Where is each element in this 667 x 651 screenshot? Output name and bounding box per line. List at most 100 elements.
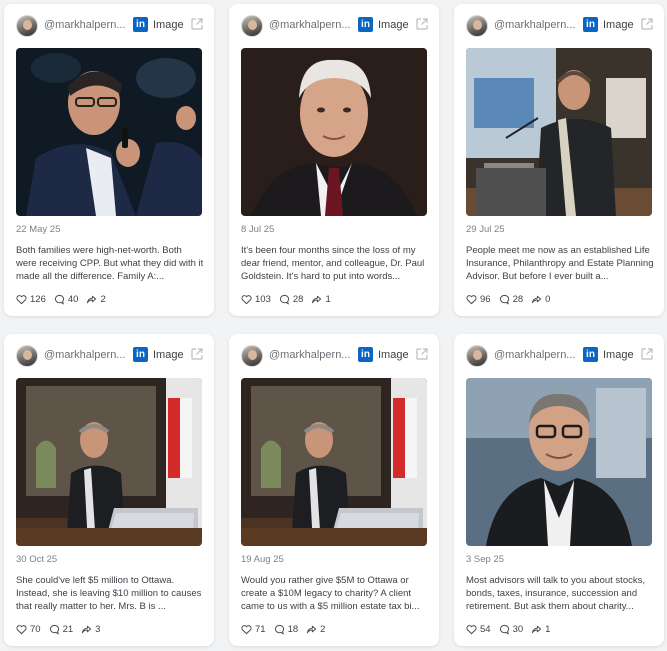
shares-stat: 1 bbox=[311, 294, 331, 305]
comment-icon bbox=[279, 294, 289, 305]
comments-count: 40 bbox=[67, 293, 79, 305]
likes-stat: 54 bbox=[466, 624, 491, 635]
card-header: @markhalpern... in Image bbox=[229, 334, 439, 378]
comments-stat: 30 bbox=[499, 623, 524, 635]
comments-count: 21 bbox=[62, 623, 74, 635]
shares-count: 0 bbox=[545, 293, 551, 305]
shares-count: 3 bbox=[95, 623, 101, 635]
post-image[interactable] bbox=[466, 48, 652, 216]
card-header: @markhalpern... in Image bbox=[4, 4, 214, 48]
engagement-stats: 54 30 1 bbox=[466, 622, 550, 636]
post-card[interactable]: @markhalpern... in Image 22 May 25 Both … bbox=[4, 4, 214, 316]
linkedin-icon: in bbox=[583, 347, 598, 362]
author-handle: @markhalpern... bbox=[494, 349, 576, 361]
avatar bbox=[16, 345, 38, 367]
shares-stat: 1 bbox=[531, 624, 550, 635]
external-link-icon[interactable] bbox=[190, 347, 204, 361]
card-header: @markhalpern... in Image bbox=[229, 4, 439, 48]
likes-stat: 71 bbox=[241, 624, 266, 635]
post-image[interactable] bbox=[241, 378, 427, 546]
avatar bbox=[241, 15, 263, 37]
post-date: 3 Sep 25 bbox=[466, 554, 505, 565]
comments-stat: 40 bbox=[54, 293, 79, 305]
author-handle: @markhalpern... bbox=[269, 19, 351, 31]
post-date: 19 Aug 25 bbox=[241, 554, 284, 565]
post-image[interactable] bbox=[16, 48, 202, 216]
share-icon bbox=[307, 625, 317, 633]
post-type-label: Image bbox=[153, 19, 184, 31]
likes-stat: 103 bbox=[241, 294, 271, 305]
likes-count: 103 bbox=[255, 293, 271, 305]
avatar bbox=[466, 345, 488, 367]
post-card[interactable]: @markhalpern... in Image 29 Jul 25 Peopl… bbox=[454, 4, 664, 316]
heart-icon bbox=[241, 294, 252, 304]
comments-count: 30 bbox=[512, 623, 524, 635]
comment-icon bbox=[499, 624, 509, 635]
post-card[interactable]: @markhalpern... in Image 3 Sep 25 Most a… bbox=[454, 334, 664, 646]
shares-stat: 2 bbox=[306, 624, 325, 635]
post-card[interactable]: @markhalpern... in Image 30 Oct 25 She c… bbox=[4, 334, 214, 646]
likes-count: 96 bbox=[480, 293, 491, 305]
comment-icon bbox=[499, 294, 509, 305]
likes-count: 70 bbox=[30, 623, 41, 635]
heart-icon bbox=[466, 294, 477, 304]
linkedin-icon: in bbox=[583, 17, 598, 32]
post-excerpt: Would you rather give $5M to Ottawa or c… bbox=[241, 575, 420, 612]
linkedin-icon: in bbox=[133, 17, 148, 32]
external-link-icon[interactable] bbox=[415, 347, 429, 361]
engagement-stats: 96 28 0 bbox=[466, 292, 550, 306]
engagement-stats: 126 40 2 bbox=[16, 292, 106, 306]
shares-count: 2 bbox=[100, 293, 106, 305]
heart-icon bbox=[16, 624, 27, 634]
external-link-icon[interactable] bbox=[640, 347, 654, 361]
share-icon bbox=[532, 295, 542, 303]
post-image[interactable] bbox=[16, 378, 202, 546]
post-excerpt: People meet me now as an established Lif… bbox=[466, 245, 654, 282]
author-handle: @markhalpern... bbox=[44, 349, 126, 361]
card-header: @markhalpern... in Image bbox=[454, 334, 664, 378]
heart-icon bbox=[16, 294, 27, 304]
comment-icon bbox=[49, 624, 59, 635]
comments-count: 28 bbox=[292, 293, 304, 305]
avatar bbox=[241, 345, 263, 367]
likes-count: 54 bbox=[480, 623, 491, 635]
post-excerpt: She could've left $5 million to Ottawa. … bbox=[16, 575, 202, 612]
shares-stat: 3 bbox=[81, 624, 100, 635]
post-type-label: Image bbox=[603, 349, 634, 361]
shares-stat: 2 bbox=[86, 293, 106, 305]
post-image[interactable] bbox=[466, 378, 652, 546]
card-header: @markhalpern... in Image bbox=[4, 334, 214, 378]
comment-icon bbox=[274, 624, 284, 635]
post-image[interactable] bbox=[241, 48, 427, 216]
post-card[interactable]: @markhalpern... in Image 19 Aug 25 Would… bbox=[229, 334, 439, 646]
post-type-label: Image bbox=[153, 349, 184, 361]
likes-count: 71 bbox=[255, 623, 266, 635]
comments-count: 18 bbox=[287, 623, 299, 635]
author-handle: @markhalpern... bbox=[44, 19, 126, 31]
post-excerpt: Both families were high-net-worth. Both … bbox=[16, 245, 204, 282]
comment-icon bbox=[54, 294, 64, 305]
post-card[interactable]: @markhalpern... in Image 8 Jul 25 It's b… bbox=[229, 4, 439, 316]
external-link-icon[interactable] bbox=[640, 17, 654, 31]
likes-stat: 96 bbox=[466, 294, 491, 305]
external-link-icon[interactable] bbox=[190, 17, 204, 31]
author-handle: @markhalpern... bbox=[269, 349, 351, 361]
post-date: 29 Jul 25 bbox=[466, 224, 505, 235]
comments-count: 28 bbox=[512, 293, 524, 305]
likes-count: 126 bbox=[30, 293, 46, 305]
comments-stat: 21 bbox=[49, 623, 74, 635]
linkedin-icon: in bbox=[133, 347, 148, 362]
post-date: 30 Oct 25 bbox=[16, 554, 58, 565]
card-header: @markhalpern... in Image bbox=[454, 4, 664, 48]
share-icon bbox=[312, 295, 322, 303]
post-type-label: Image bbox=[378, 19, 409, 31]
likes-stat: 126 bbox=[16, 294, 46, 305]
heart-icon bbox=[466, 624, 477, 634]
share-icon bbox=[532, 625, 542, 633]
likes-stat: 70 bbox=[16, 624, 41, 635]
share-icon bbox=[87, 295, 97, 303]
linkedin-icon: in bbox=[358, 17, 373, 32]
post-type-label: Image bbox=[603, 19, 634, 31]
post-type-label: Image bbox=[378, 349, 409, 361]
external-link-icon[interactable] bbox=[415, 17, 429, 31]
